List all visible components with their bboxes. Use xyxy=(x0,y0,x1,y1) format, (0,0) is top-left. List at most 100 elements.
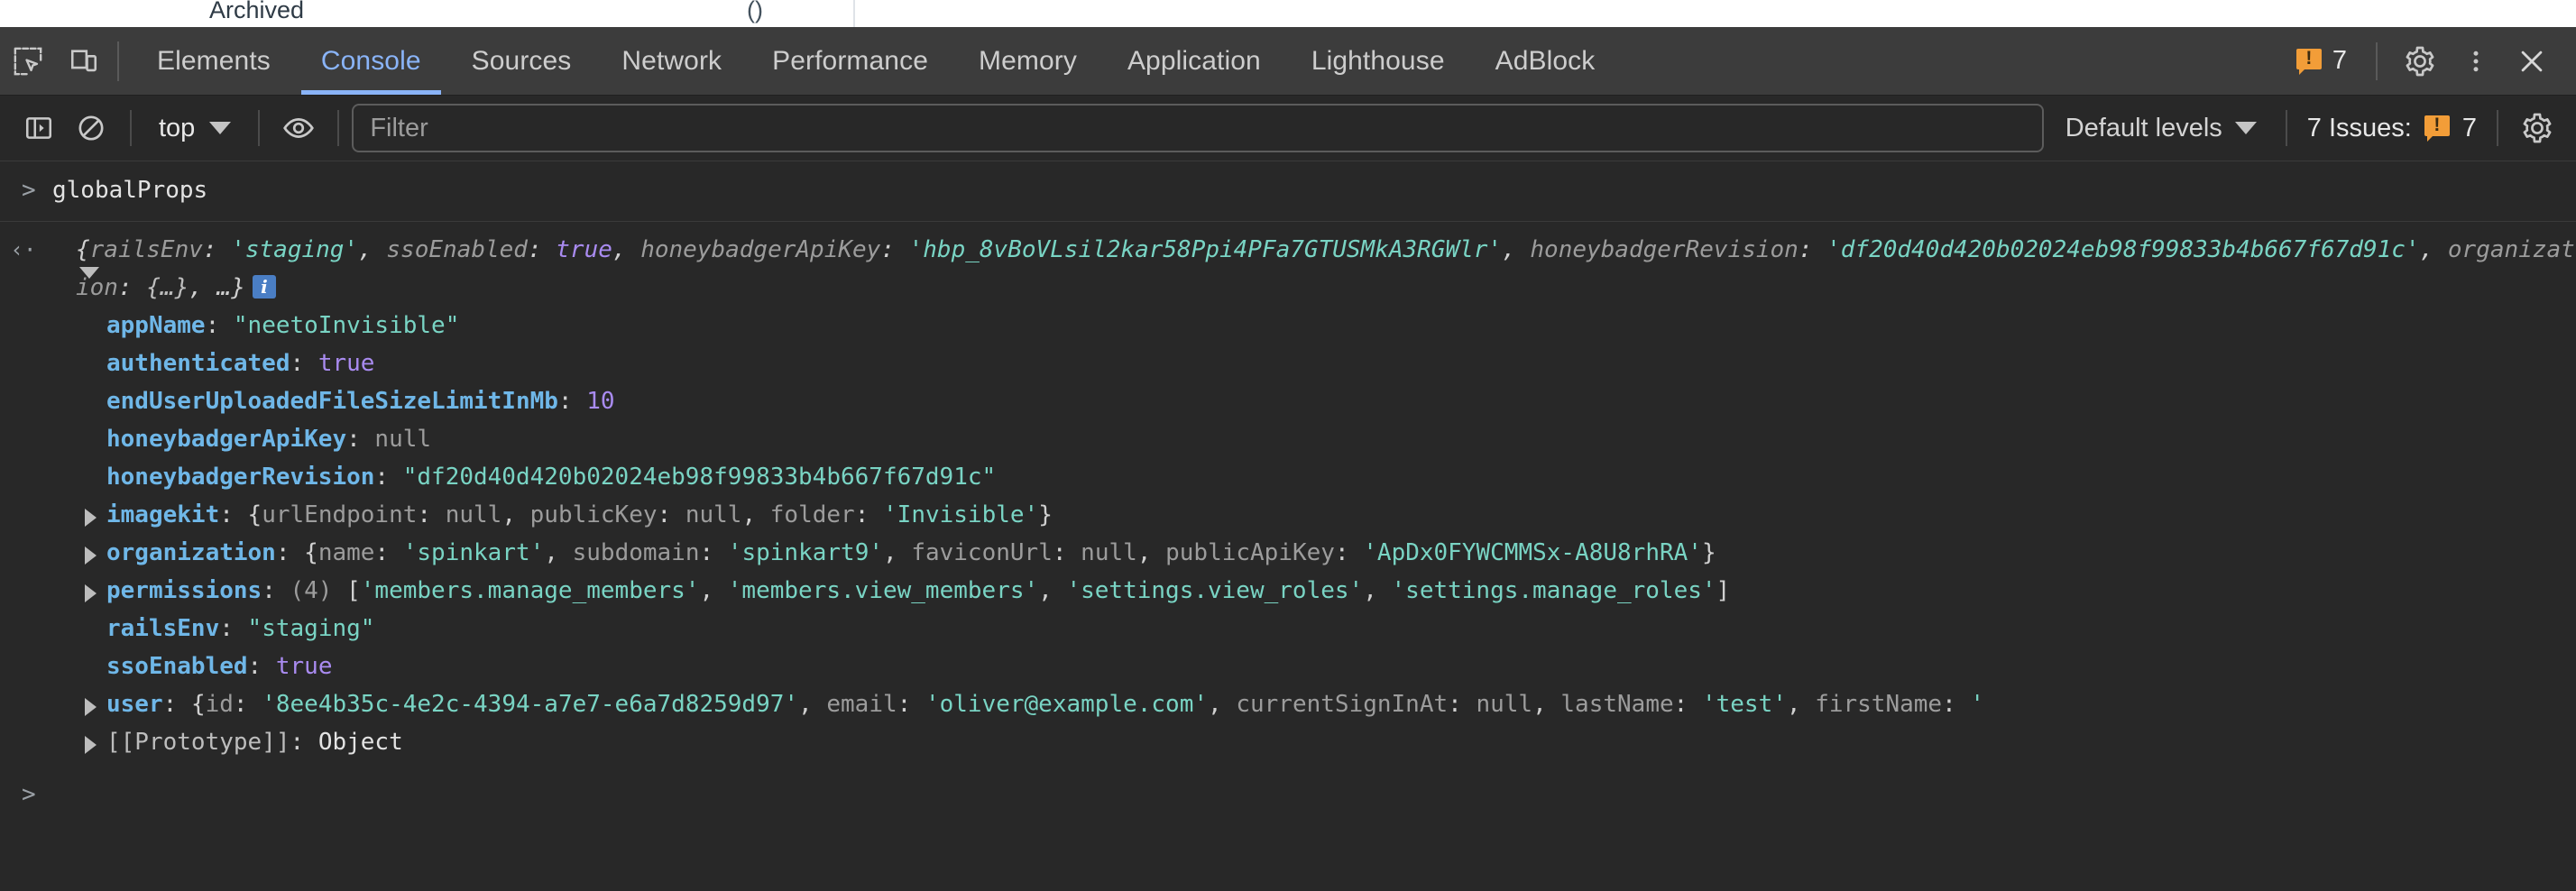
object-property-text: railsEnv: "staging" xyxy=(106,610,2576,648)
execution-context-selector[interactable]: top xyxy=(144,105,245,152)
token-punc: , xyxy=(2420,236,2448,263)
token-punc: : xyxy=(1053,539,1081,566)
object-property-row[interactable]: ssoEnabled: true xyxy=(76,648,2576,685)
tab-memory[interactable]: Memory xyxy=(953,27,1102,95)
token-v-str: 'hbp_8vBoVLsil2kar58Ppi4PFa7GTUSMkA3RGWl… xyxy=(909,236,1502,263)
property-expand-toggle-icon[interactable] xyxy=(76,685,106,723)
token-punc: { xyxy=(76,236,90,263)
object-property-row[interactable]: authenticated: true xyxy=(76,344,2576,382)
property-expand-toggle-icon[interactable] xyxy=(76,496,106,534)
warning-badge-icon: ! xyxy=(2424,115,2450,141)
console-settings-gear-icon[interactable] xyxy=(2511,102,2563,154)
token-punc: : xyxy=(234,691,262,718)
object-property-text: user: {id: '8ee4b35c-4e2c-4394-a7e7-e6a7… xyxy=(106,685,2576,723)
object-property-row[interactable]: railsEnv: "staging" xyxy=(76,610,2576,648)
token-punc: , xyxy=(612,236,640,263)
gear-icon[interactable] xyxy=(2392,33,2448,89)
object-property-text: authenticated: true xyxy=(106,344,2576,382)
token-punc: : xyxy=(528,236,556,263)
object-preview-tokens: {railsEnv: 'staging', ssoEnabled: true, … xyxy=(76,236,2575,301)
console-input-row[interactable]: > xyxy=(0,767,2576,813)
token-v-str: 'oliver@example.com' xyxy=(925,691,1208,718)
token-v-bool: true xyxy=(318,350,375,377)
tab-network[interactable]: Network xyxy=(596,27,747,95)
object-property-row[interactable]: endUserUploadedFileSizeLimitInMb: 10 xyxy=(76,382,2576,420)
warning-badge-glyph: ! xyxy=(2424,115,2450,136)
tabbar-warning-indicator[interactable]: ! 7 xyxy=(2282,46,2361,76)
object-property-row[interactable]: imagekit: {urlEndpoint: null, publicKey:… xyxy=(76,496,2576,534)
token-punc: , xyxy=(1532,691,1560,718)
close-icon[interactable] xyxy=(2504,33,2560,89)
token-k-sub: firstName xyxy=(1815,691,1942,718)
clear-console-icon[interactable] xyxy=(65,102,117,154)
tab-elements[interactable]: Elements xyxy=(132,27,296,95)
token-v-str: 'spinkart' xyxy=(403,539,545,566)
token-v-str: 'ApDx0FYWCMMSx-A8U8rhRA' xyxy=(1363,539,1702,566)
tab-application[interactable]: Application xyxy=(1102,27,1286,95)
token-k-sub: name xyxy=(318,539,375,566)
token-punc: : xyxy=(290,350,318,377)
token-punc: , xyxy=(1038,577,1066,604)
property-expand-toggle-icon[interactable] xyxy=(76,723,106,761)
token-punc: , xyxy=(1208,691,1236,718)
token-v-str: 'df20d40d420b02024eb98f99833b4b667f67d91… xyxy=(1826,236,2419,263)
info-badge-icon[interactable]: i xyxy=(253,275,276,299)
object-property-text: endUserUploadedFileSizeLimitInMb: 10 xyxy=(106,382,2576,420)
property-expand-toggle-icon[interactable] xyxy=(76,572,106,610)
tab-performance[interactable]: Performance xyxy=(747,27,953,95)
object-property-row[interactable]: user: {id: '8ee4b35c-4e2c-4394-a7e7-e6a7… xyxy=(76,685,2576,723)
log-levels-selector[interactable]: Default levels xyxy=(2049,114,2273,143)
inspect-element-icon[interactable] xyxy=(0,33,56,89)
token-punc: , xyxy=(501,501,529,528)
filter-placeholder: Filter xyxy=(370,114,428,143)
kebab-menu-icon[interactable] xyxy=(2448,33,2504,89)
object-property-row[interactable]: organization: {name: 'spinkart', subdoma… xyxy=(76,534,2576,572)
object-expand-toggle-icon[interactable] xyxy=(79,267,99,279)
token-punc: } xyxy=(1702,539,1716,566)
issues-button[interactable]: 7 Issues: ! 7 xyxy=(2300,114,2484,143)
object-property-row[interactable]: honeybadgerRevision: "df20d40d420b02024e… xyxy=(76,458,2576,496)
device-toolbar-icon[interactable] xyxy=(56,33,112,89)
underlying-page-peek: Archived () xyxy=(0,0,2576,27)
object-property-row[interactable]: honeybadgerApiKey: null xyxy=(76,420,2576,458)
property-indent-spacer xyxy=(76,382,106,420)
object-property-row[interactable]: appName: "neetoInvisible" xyxy=(76,307,2576,344)
property-expand-toggle-icon[interactable] xyxy=(76,534,106,572)
token-v-obj: {…} xyxy=(146,274,189,301)
token-k-sub: publicApiKey xyxy=(1165,539,1335,566)
token-punc: : xyxy=(374,539,402,566)
tabbar-divider xyxy=(117,41,119,81)
token-k-sub: railsEnv xyxy=(90,236,203,263)
token-k-own: endUserUploadedFileSizeLimitInMb xyxy=(106,388,558,415)
token-k-sub: id xyxy=(206,691,234,718)
tab-lighthouse[interactable]: Lighthouse xyxy=(1286,27,1470,95)
tab-sources[interactable]: Sources xyxy=(446,27,597,95)
object-property-text: honeybadgerRevision: "df20d40d420b02024e… xyxy=(106,458,2576,496)
live-expression-icon[interactable] xyxy=(272,102,325,154)
token-punc: , xyxy=(883,539,911,566)
token-punc: : xyxy=(262,577,290,604)
object-property-text: imagekit: {urlEndpoint: null, publicKey:… xyxy=(106,496,2576,534)
tabbar-right-controls: ! 7 xyxy=(2282,33,2576,89)
object-preview-line[interactable]: {railsEnv: 'staging', ssoEnabled: true, … xyxy=(47,231,2576,307)
console-sidebar-icon[interactable] xyxy=(13,102,65,154)
token-k-sub: honeybadgerRevision xyxy=(1530,236,1798,263)
token-k-sub: honeybadgerApiKey xyxy=(640,236,880,263)
object-property-row[interactable]: [[Prototype]]: Object xyxy=(76,723,2576,761)
token-punc: , …} xyxy=(189,274,245,301)
token-punc: { xyxy=(248,501,262,528)
filter-input[interactable]: Filter xyxy=(352,104,2043,152)
token-punc: : xyxy=(558,388,586,415)
tab-console[interactable]: Console xyxy=(296,27,446,95)
token-punc: { xyxy=(304,539,318,566)
console-message-list[interactable]: > globalProps ‹· {railsEnv: 'staging', s… xyxy=(0,161,2576,891)
property-indent-spacer xyxy=(76,458,106,496)
result-arrow-icon: ‹· xyxy=(0,231,47,269)
object-property-text: appName: "neetoInvisible" xyxy=(106,307,2576,344)
object-property-row[interactable]: permissions: (4) ['members.manage_member… xyxy=(76,572,2576,610)
property-indent-spacer xyxy=(76,344,106,382)
token-k-own: authenticated xyxy=(106,350,290,377)
token-punc: : xyxy=(855,501,883,528)
token-v-bool: true xyxy=(276,653,333,680)
tab-adblock[interactable]: AdBlock xyxy=(1470,27,1621,95)
